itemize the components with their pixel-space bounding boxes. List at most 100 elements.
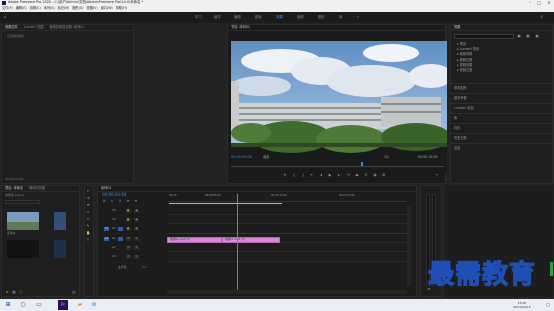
go-to-out-icon[interactable]: ⇥ (346, 173, 350, 177)
export-frame-icon[interactable]: ◉ (373, 173, 377, 177)
premiere-taskbar-icon[interactable]: Pr (58, 300, 68, 310)
solo-a2-icon[interactable]: S (134, 246, 139, 250)
section-libraries[interactable]: 库 (451, 113, 552, 123)
track-select-icon[interactable]: ⇉ (86, 196, 90, 200)
lift-icon[interactable]: ⏏ (355, 173, 359, 177)
go-to-in-icon[interactable]: ⇤ (310, 173, 314, 177)
nest-icon[interactable]: ⧉ (102, 199, 106, 203)
section-essential-graphics[interactable]: 基本图形 (451, 83, 552, 93)
section-lumetri-color[interactable]: Lumetri 颜色 (451, 103, 552, 113)
menu-view[interactable]: 视图(V) (87, 7, 98, 10)
program-scrubber[interactable] (231, 164, 444, 167)
mute-a1-icon[interactable]: M (126, 237, 131, 241)
timeline-playhead[interactable] (237, 194, 238, 290)
razor-tool-icon[interactable]: ✂ (86, 210, 90, 214)
time-ruler[interactable]: 00:00 00:00:05:00 00:00:10:00 00:00:15:0… (167, 194, 407, 202)
workspace-libraries[interactable]: 库 (339, 15, 342, 19)
section-essential-sound[interactable]: 基本声音 (451, 93, 552, 103)
program-playhead[interactable] (361, 162, 363, 166)
search-taskbar-icon[interactable]: ○ (18, 300, 28, 310)
list-view-icon[interactable]: ≡ (5, 290, 9, 294)
master-volume-value[interactable]: 0.0 (142, 266, 146, 269)
linked-selection-icon[interactable]: ⊘ (118, 199, 122, 203)
timeline-timecode[interactable]: 00:00:04:04 (102, 193, 126, 197)
mute-a2-icon[interactable]: M (126, 246, 131, 250)
search-icon[interactable]: ⚲ (540, 15, 544, 19)
target-a1[interactable] (118, 237, 123, 241)
section-markers[interactable]: 标记 (451, 123, 552, 133)
play-icon[interactable]: ▶ (328, 173, 332, 177)
wrench-icon[interactable]: ✦ (134, 199, 138, 203)
program-timecode[interactable]: 00:00:04:04 (231, 155, 252, 159)
eye-v2-icon[interactable]: ◉ (134, 218, 139, 222)
workspace-learn[interactable]: 学习 (195, 15, 202, 19)
zoom-slider-icon[interactable]: ○ (19, 290, 23, 294)
comparison-view-icon[interactable]: ⊞ (382, 173, 386, 177)
tab-effect-controls[interactable]: 效果控件 (5, 25, 18, 29)
project-item-thumb-video[interactable] (54, 212, 66, 230)
step-back-icon[interactable]: ◂ (319, 173, 323, 177)
tab-audio-clip-mixer[interactable]: 音频剪辑混合器: 序列01 (49, 25, 84, 29)
eye-v1-icon[interactable]: ◉ (134, 227, 139, 231)
menu-graphics[interactable]: 图形(G) (72, 7, 83, 10)
snap-icon[interactable]: ∩ (110, 199, 114, 203)
taskbar-clock[interactable]: 15:00 2021/10/15 (507, 300, 537, 310)
lock-v3-icon[interactable]: 🔒 (126, 209, 131, 213)
tab-sequence[interactable]: 序列01 (101, 186, 111, 190)
lock-v1-icon[interactable]: 🔒 (126, 227, 131, 231)
workspace-effects[interactable]: 效果 (276, 15, 283, 19)
windows-icon[interactable]: ⊞ (3, 300, 13, 310)
workspace-more[interactable]: » (357, 15, 359, 19)
mute-a3-icon[interactable]: M (126, 255, 131, 259)
project-item-thumb-dark2[interactable] (54, 240, 66, 258)
lock-v2-icon[interactable]: 🔒 (126, 218, 131, 222)
tree-item-video-transitions[interactable]: ▸ 视频过渡 (457, 68, 479, 73)
type-tool-icon[interactable]: T (86, 238, 90, 242)
selection-tool-icon[interactable]: ➤ (86, 189, 90, 193)
explorer-taskbar-icon[interactable]: ▰ (75, 300, 85, 310)
timeline-v-scrollbar[interactable] (407, 206, 411, 286)
target-v1[interactable] (118, 227, 123, 231)
project-search-input[interactable] (5, 200, 40, 204)
word-taskbar-icon[interactable]: W (89, 300, 99, 310)
zoom-dropdown[interactable]: 适合 (263, 155, 269, 159)
home-icon[interactable]: ⌂ (3, 15, 7, 19)
source-patch-v1[interactable]: V1 (104, 227, 109, 231)
hand-tool-icon[interactable]: ✋ (86, 231, 90, 235)
notification-icon[interactable]: ▢ (544, 300, 552, 310)
menu-edit[interactable]: 编辑(E) (16, 7, 27, 10)
effects-search-input[interactable] (454, 34, 514, 39)
timeline-h-scrollbar[interactable] (167, 290, 407, 294)
workspace-audio[interactable]: 音频 (297, 15, 304, 19)
timeline-clip-2[interactable]: 视频01.mp4 [V] (222, 237, 280, 243)
project-item-thumb-sequence[interactable] (7, 212, 39, 230)
section-history[interactable]: 历史记录 (451, 133, 552, 143)
tab-lumetri-scopes[interactable]: Lumetri 范围 (24, 25, 44, 29)
workspace-assembly[interactable]: 组件 (214, 15, 221, 19)
workspace-color[interactable]: 颜色 (255, 15, 262, 19)
section-info[interactable]: 信息 (451, 143, 552, 153)
marker-icon[interactable]: ▾ (283, 173, 287, 177)
task-view-icon[interactable]: ▭ (34, 300, 44, 310)
menu-sequence[interactable]: 序列(S) (44, 7, 55, 10)
tab-media-browser[interactable]: 媒体浏览器 (29, 186, 45, 190)
menu-file[interactable]: 文件(F) (2, 7, 13, 10)
slip-tool-icon[interactable]: ↔ (86, 217, 90, 221)
pen-tool-icon[interactable]: ✎ (86, 224, 90, 228)
menu-window[interactable]: 窗口(W) (101, 7, 113, 10)
extract-icon[interactable]: ⊼ (364, 173, 368, 177)
step-forward-icon[interactable]: ▸ (337, 173, 341, 177)
button-editor-icon[interactable]: + (435, 173, 439, 177)
menu-marker[interactable]: 标记(M) (58, 7, 70, 10)
accelerated-effects-icon[interactable]: ▣ (517, 34, 521, 38)
program-monitor-title[interactable]: 节目: 序列01 (231, 25, 250, 29)
source-patch-a1[interactable]: A1 (104, 237, 109, 241)
mark-in-icon[interactable]: { (292, 173, 296, 177)
menu-clip[interactable]: 剪辑(C) (30, 7, 41, 10)
work-area-bar[interactable] (169, 203, 282, 204)
solo-a1-icon[interactable]: S (134, 237, 139, 241)
yuv-effects-icon[interactable]: ▣ (535, 34, 539, 38)
timeline-clip-1[interactable]: 视频01.mp4 [V] (167, 237, 222, 243)
icon-view-icon[interactable]: ▦ (12, 290, 16, 294)
add-marker-icon[interactable]: ▾ (126, 199, 130, 203)
